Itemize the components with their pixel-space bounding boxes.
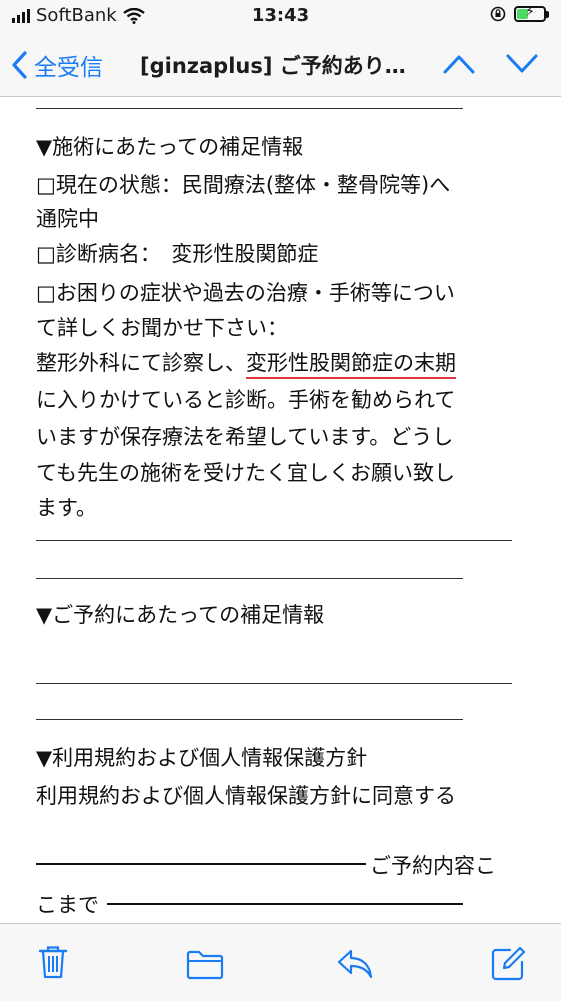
detail-line: ます。 [36, 496, 97, 520]
chevron-down-icon[interactable] [505, 50, 539, 78]
condition-line-cont: 通院中 [36, 207, 99, 231]
end-marker-rule [36, 863, 366, 865]
mail-body: ▼施術にあたっての補足情報 □現在の状態：民間療法(整体・整骨院等)へ 通院中 … [0, 97, 561, 923]
divider [36, 578, 463, 579]
status-bar: SoftBank 13:43 ⚡ [0, 0, 561, 34]
detail-line: いますが保存療法を希望しています。どうし [36, 425, 454, 449]
detail-text: 整形外科にて診察し、 [36, 351, 246, 375]
consent-line: 利用規約および個人情報保護方針に同意する [36, 784, 456, 808]
section-heading-terms: ▼利用規約および個人情報保護方針 [36, 746, 368, 770]
detail-line: に入りかけていると診断。手術を勧められて [36, 388, 456, 412]
diagnosis-line: □診断病名： 変形性股関節症 [36, 242, 319, 266]
end-marker-text-cont: こまで [36, 893, 99, 917]
condition-line: □現在の状態：民間療法(整体・整骨院等)へ [36, 173, 451, 197]
status-time: 13:43 [251, 5, 310, 26]
nav-title: [ginzaplus] ご予約あり… [140, 54, 406, 78]
back-label: 全受信 [34, 55, 103, 81]
symptoms-line-cont: て詳しくお聞かせ下さい： [36, 316, 288, 340]
section-heading-treatment: ▼施術にあたっての補足情報 [36, 135, 304, 159]
detail-line: ても先生の施術を受けたく宜しくお願い致し [36, 461, 455, 485]
symptoms-line: □お困りの症状や過去の治療・手術等につい [36, 281, 455, 305]
chevron-left-icon [12, 51, 27, 79]
back-button[interactable]: 全受信 [10, 48, 103, 82]
nav-bar: 全受信 [ginzaplus] ご予約あり… [0, 34, 561, 97]
reply-icon[interactable] [336, 948, 374, 980]
trash-icon[interactable] [38, 944, 68, 980]
chevron-up-icon[interactable] [442, 50, 476, 78]
compose-icon[interactable] [490, 946, 526, 982]
orientation-lock-icon [490, 6, 506, 22]
battery-icon: ⚡ [514, 4, 546, 22]
end-marker-text: ご予約内容こ [370, 854, 496, 878]
highlighted-diagnosis: 変形性股関節症の末期 [246, 351, 456, 379]
divider [36, 683, 512, 684]
folder-icon[interactable] [186, 950, 224, 980]
detail-line: 整形外科にて診察し、変形性股関節症の末期 [36, 345, 456, 381]
divider [36, 540, 512, 541]
status-right: ⚡ [490, 4, 549, 22]
end-marker-rule [107, 903, 463, 905]
bottom-toolbar [0, 923, 561, 1001]
divider [36, 108, 463, 109]
divider [36, 719, 463, 720]
section-heading-reservation: ▼ご予約にあたっての補足情報 [36, 603, 325, 627]
